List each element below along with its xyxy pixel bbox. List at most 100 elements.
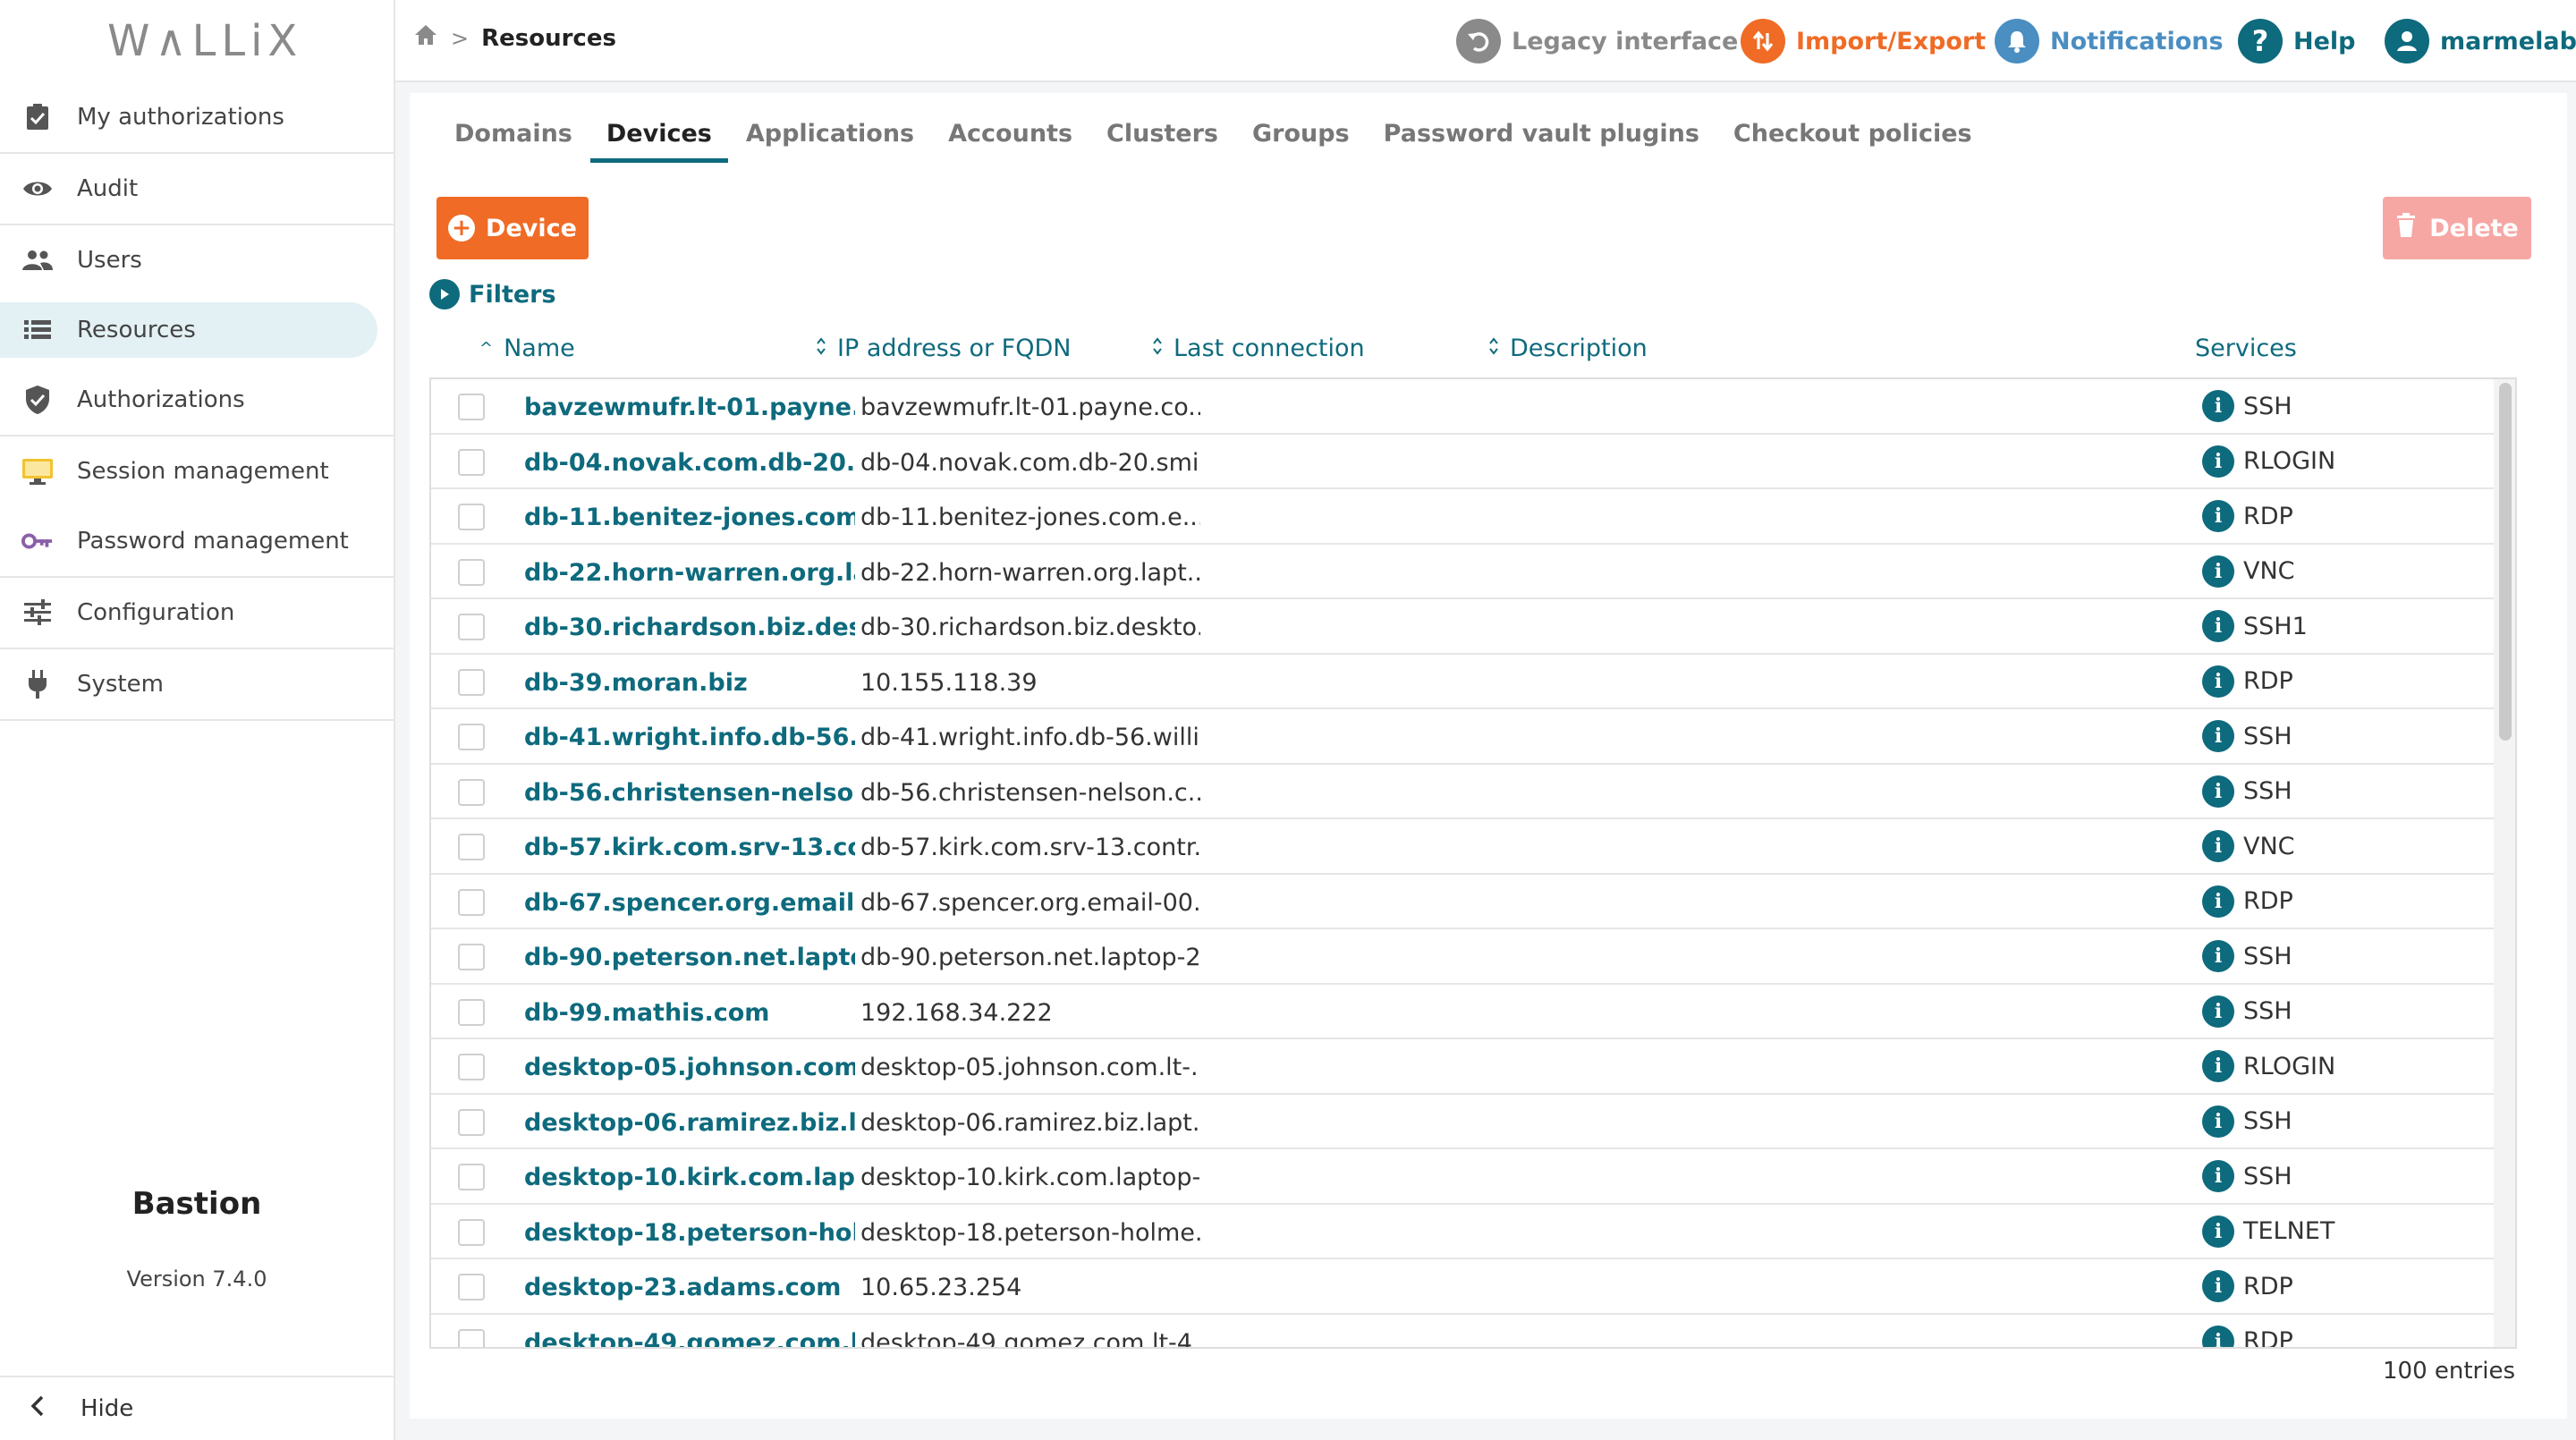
column-header-last-connection[interactable]: Last connection [1152,335,1365,362]
device-name-link[interactable]: db-04.novak.com.db-20.s... [524,449,855,477]
table-row[interactable]: db-57.kirk.com.srv-13.con...db-57.kirk.c… [431,819,2494,875]
tab-accounts[interactable]: Accounts [932,120,1089,163]
sidebar-item-audit[interactable]: Audit [0,154,394,224]
info-icon[interactable]: i [2202,555,2234,588]
info-icon[interactable]: i [2202,1270,2234,1302]
device-name-link[interactable]: desktop-05.johnson.com.l... [524,1054,855,1081]
row-checkbox[interactable] [458,558,485,586]
device-name-link[interactable]: db-22.horn-warren.org.la... [524,559,855,587]
device-name-link[interactable]: desktop-06.ramirez.biz.la... [524,1109,855,1137]
device-name-link[interactable]: db-39.moran.biz [524,669,855,697]
device-name-link[interactable]: db-41.wright.info.db-56.wi... [524,724,855,751]
sidebar-item-users[interactable]: Users [0,225,394,295]
table-row[interactable]: desktop-18.peterson-hol... desktop-18.pet… [431,1205,2494,1259]
filters-toggle[interactable]: Filters [429,279,556,309]
table-row[interactable]: db-56.christensen-nelson....db-56.christ… [431,765,2494,819]
info-icon[interactable]: i [2202,500,2234,532]
info-icon[interactable]: i [2202,1160,2234,1192]
info-icon[interactable]: i [2202,1215,2234,1248]
row-checkbox[interactable] [458,1274,485,1300]
info-icon[interactable]: i [2202,885,2234,918]
info-icon[interactable]: i [2202,1105,2234,1138]
device-name-link[interactable]: desktop-23.adams.com [524,1274,855,1301]
tab-devices[interactable]: Devices [589,120,728,163]
column-header-description[interactable]: Description [1488,335,1648,362]
column-header-ip[interactable]: IP address or FQDN [816,335,1071,362]
row-checkbox[interactable] [458,394,485,420]
sidebar-item-resources[interactable]: Resources [0,302,377,358]
device-name-link[interactable]: db-67.spencer.org.email-0... [524,889,855,917]
table-row[interactable]: bavzewmufr.lt-01.payne.c...bavzewmufr.lt… [431,379,2494,435]
table-body[interactable]: bavzewmufr.lt-01.payne.c...bavzewmufr.lt… [429,377,2517,1349]
notifications-button[interactable]: Notifications [1995,18,2224,64]
row-checkbox[interactable] [458,1328,485,1347]
row-checkbox[interactable] [458,448,485,476]
table-row[interactable]: db-90.peterson.net.laptop...db-90.peters… [431,929,2494,985]
sidebar-item-session-management[interactable]: Session management [0,436,394,506]
table-row[interactable]: desktop-06.ramirez.biz.la...desktop-06.r… [431,1095,2494,1149]
device-name-link[interactable]: db-30.richardson.biz.desk... [524,614,855,641]
tab-clusters[interactable]: Clusters [1090,120,1234,163]
info-icon[interactable]: i [2202,940,2234,972]
sidebar-item-system[interactable]: System [0,649,394,719]
sidebar-item-my-authorizations[interactable]: My authorizations [0,82,394,152]
table-row[interactable]: desktop-23.adams.com 10.65.23.254 i RDP [431,1259,2494,1315]
info-icon[interactable]: i [2202,390,2234,422]
table-row[interactable]: db-41.wright.info.db-56.wi...db-41.wrigh… [431,709,2494,765]
table-scrollbar[interactable] [2494,379,2515,1347]
sidebar-item-password-management[interactable]: Password management [0,506,394,576]
row-checkbox[interactable] [458,614,485,640]
device-name-link[interactable]: desktop-49.gomez.com.lt-... [524,1329,855,1348]
info-icon[interactable]: i [2202,995,2234,1028]
table-row[interactable]: db-67.spencer.org.email-0...db-67.spence… [431,875,2494,929]
row-checkbox[interactable] [458,1218,485,1246]
tab-password-vault-plugins[interactable]: Password vault plugins [1368,120,1716,163]
sidebar-item-authorizations[interactable]: Authorizations [0,365,394,435]
row-checkbox[interactable] [458,778,485,806]
row-checkbox[interactable] [458,668,485,696]
add-device-button[interactable]: + Device [436,197,589,259]
info-icon[interactable]: i [2202,720,2234,752]
column-header-name[interactable]: ^ Name [479,335,575,362]
info-icon[interactable]: i [2202,445,2234,478]
table-row[interactable]: db-22.horn-warren.org.la...db-22.horn-wa… [431,545,2494,599]
user-menu-button[interactable]: marmelab [2385,18,2576,64]
info-icon[interactable]: i [2202,610,2234,642]
tab-groups[interactable]: Groups [1236,120,1366,163]
delete-button[interactable]: Delete [2383,197,2531,259]
import-export-button[interactable]: Import/Export [1741,18,1986,64]
device-name-link[interactable]: db-90.peterson.net.laptop... [524,944,855,971]
table-row[interactable]: db-39.moran.biz 10.155.118.39 i RDP [431,655,2494,709]
table-row[interactable]: desktop-10.kirk.com.lapto...desktop-10.k… [431,1149,2494,1205]
row-checkbox[interactable] [458,1054,485,1080]
device-name-link[interactable]: db-99.mathis.com [524,999,855,1027]
device-name-link[interactable]: bavzewmufr.lt-01.payne.c... [524,394,855,421]
info-icon[interactable]: i [2202,665,2234,698]
home-icon[interactable] [413,23,438,53]
legacy-interface-button[interactable]: Legacy interface [1456,18,1738,64]
device-name-link[interactable]: db-11.benitez-jones.com.e... [524,504,855,531]
tab-domains[interactable]: Domains [438,120,589,163]
info-icon[interactable]: i [2202,1325,2234,1347]
device-name-link[interactable]: db-57.kirk.com.srv-13.con... [524,834,855,861]
device-name-link[interactable]: desktop-18.peterson-hol... [524,1219,855,1247]
row-checkbox[interactable] [458,834,485,860]
table-row[interactable]: db-99.mathis.com 192.168.34.222 i SSH [431,985,2494,1039]
device-name-link[interactable]: db-56.christensen-nelson.... [524,779,855,807]
row-checkbox[interactable] [458,888,485,916]
table-row[interactable]: desktop-49.gomez.com.lt-... desktop-49.go… [431,1315,2494,1348]
table-row[interactable]: db-04.novak.com.db-20.s...db-04.novak.co… [431,435,2494,489]
device-name-link[interactable]: desktop-10.kirk.com.lapto... [524,1164,855,1191]
tab-checkout-policies[interactable]: Checkout policies [1717,120,1988,163]
info-icon[interactable]: i [2202,1050,2234,1082]
help-button[interactable]: ? Help [2238,18,2356,64]
table-row[interactable]: db-30.richardson.biz.desk...db-30.richar… [431,599,2494,655]
table-row[interactable]: db-11.benitez-jones.com.e...db-11.benite… [431,489,2494,545]
scrollbar-thumb[interactable] [2499,383,2512,741]
row-checkbox[interactable] [458,944,485,970]
row-checkbox[interactable] [458,998,485,1026]
row-checkbox[interactable] [458,1108,485,1136]
row-checkbox[interactable] [458,724,485,750]
hide-sidebar-button[interactable]: Hide [0,1376,394,1440]
row-checkbox[interactable] [458,1164,485,1190]
